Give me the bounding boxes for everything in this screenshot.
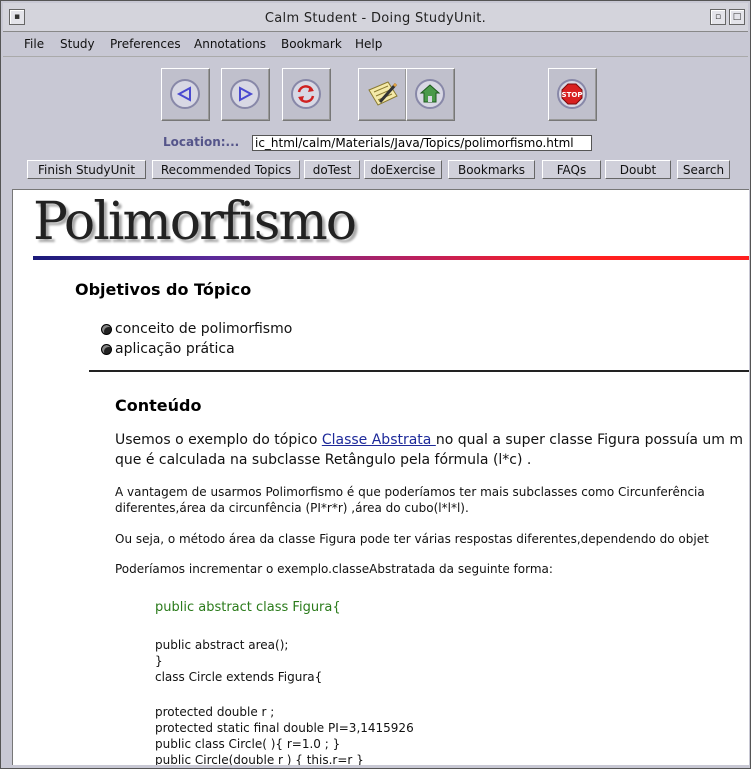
forward-button[interactable]	[221, 68, 270, 121]
document-view[interactable]: Polimorfismo Objetivos do Tópico conceit…	[12, 189, 749, 765]
classe-abstrata-link[interactable]: Classe Abstrata	[322, 432, 436, 448]
menu-annotations[interactable]: Annotations	[194, 37, 266, 51]
svg-text:STOP: STOP	[562, 91, 583, 99]
maximize-button[interactable]: □	[729, 9, 745, 25]
content-title: Conteúdo	[115, 396, 202, 415]
notepad-pencil-icon	[368, 81, 398, 106]
menu-file[interactable]: File	[24, 37, 44, 51]
stop-button[interactable]: STOP	[548, 68, 597, 121]
window-title: Calm Student - Doing StudyUnit.	[264, 11, 487, 26]
paragraph-4: Poderíamos incrementar o exemplo.classeA…	[115, 562, 553, 576]
back-arrow-icon	[170, 79, 200, 109]
reload-button[interactable]	[282, 68, 331, 121]
stop-icon: STOP	[557, 79, 587, 109]
reload-icon	[291, 79, 321, 109]
objective-item: conceito de polimorfismo	[101, 321, 292, 337]
objectives-title: Objetivos do Tópico	[75, 280, 252, 299]
code-line: }	[155, 654, 163, 668]
toolbar: STOP Location:... Finish StudyUnit Recom…	[3, 57, 748, 187]
menu-preferences[interactable]: Preferences	[110, 37, 181, 51]
code-line: class Circle extends Figura{	[155, 670, 323, 684]
location-input[interactable]	[252, 135, 592, 151]
code-line: protected double r ;	[155, 705, 275, 719]
recommended-topics-button[interactable]: Recommended Topics	[152, 160, 300, 179]
paragraph-2-line-2: diferentes,área da circunfência (PI*r*r)…	[115, 501, 469, 515]
home-icon	[415, 79, 445, 109]
title-bar: ▪ Calm Student - Doing StudyUnit. ▫ □	[3, 3, 748, 32]
menu-bookmark[interactable]: Bookmark	[281, 37, 342, 51]
finish-studyunit-button[interactable]: Finish StudyUnit	[27, 160, 146, 179]
code-line: protected static final double PI=3,14159…	[155, 721, 414, 735]
doexercise-button[interactable]: doExercise	[364, 160, 442, 179]
paragraph-2-line-1: A vantagem de usarmos Polimorfismo é que…	[115, 485, 705, 499]
home-button[interactable]	[406, 68, 455, 121]
objective-text: conceito de polimorfismo	[115, 321, 293, 337]
faqs-button[interactable]: FAQs	[542, 160, 601, 179]
code-line: public class Circle( ){ r=1.0 ; }	[155, 737, 341, 751]
code-line: public Circle(double r ) { this.r=r }	[155, 753, 364, 765]
forward-arrow-icon	[230, 79, 260, 109]
menu-study[interactable]: Study	[60, 37, 95, 51]
paragraph-1: Usemos o exemplo do tópico Classe Abstra…	[115, 432, 743, 448]
app-window: ▪ Calm Student - Doing StudyUnit. ▫ □ Fi…	[0, 0, 751, 769]
divider	[89, 370, 749, 372]
code-line: public abstract area();	[155, 638, 289, 652]
menu-bar: File Study Preferences Annotations Bookm…	[3, 34, 748, 57]
paragraph-1-line-2: que é calculada na subclasse Retângulo p…	[115, 452, 532, 468]
dotest-button[interactable]: doTest	[304, 160, 360, 179]
paragraph-1-text: Usemos o exemplo do tópico	[115, 432, 322, 448]
bullet-icon	[101, 323, 112, 335]
bullet-icon	[101, 343, 112, 355]
bookmarks-button[interactable]: Bookmarks	[448, 160, 535, 179]
heading-underline	[33, 256, 749, 260]
minimize-button[interactable]: ▫	[710, 9, 726, 25]
location-label: Location:...	[163, 135, 240, 149]
paragraph-3: Ou seja, o método área da classe Figura …	[115, 532, 709, 546]
paragraph-1-text-cont: no qual a super classe Figura possuía um…	[435, 432, 744, 448]
search-button[interactable]: Search	[677, 160, 730, 179]
doubt-button[interactable]: Doubt	[605, 160, 671, 179]
menu-help[interactable]: Help	[355, 37, 382, 51]
page-heading: Polimorfismo	[33, 192, 357, 252]
back-button[interactable]	[161, 68, 210, 121]
annotate-button[interactable]	[358, 68, 407, 121]
objective-text: aplicação prática	[115, 341, 235, 357]
objective-item: aplicação prática	[101, 341, 235, 357]
code-class-declaration: public abstract class Figura{	[155, 600, 341, 615]
